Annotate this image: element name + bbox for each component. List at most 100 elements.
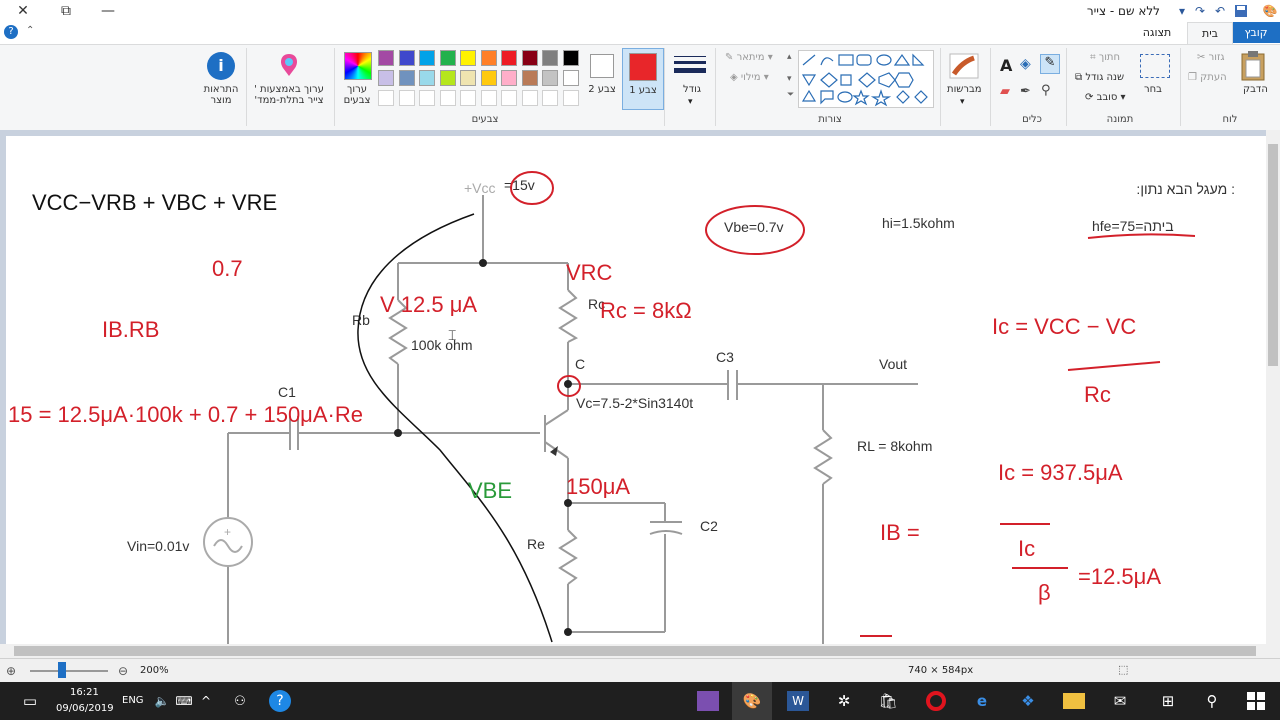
tab-file[interactable]: קובץ xyxy=(1232,22,1280,43)
app-icon-generic[interactable]: ✲ xyxy=(824,682,864,720)
language-indicator[interactable]: ENG xyxy=(122,695,144,706)
fill-tool-icon[interactable]: ◈ xyxy=(1020,56,1031,72)
file-explorer-icon[interactable] xyxy=(1054,682,1094,720)
select-button[interactable]: בחר xyxy=(1144,84,1162,95)
edit-colors-button[interactable]: ערוך צבעים xyxy=(342,84,372,106)
text-tool-icon[interactable]: A xyxy=(1000,56,1012,75)
vertical-scroll-thumb[interactable] xyxy=(1268,144,1278,366)
palette-swatch[interactable] xyxy=(521,70,538,86)
horizontal-scrollbar[interactable] xyxy=(0,644,1266,658)
palette-swatch[interactable] xyxy=(419,90,435,106)
minimize-icon[interactable]: — xyxy=(88,0,128,22)
palette-swatch[interactable] xyxy=(480,50,497,66)
horizontal-scroll-thumb[interactable] xyxy=(14,646,1256,656)
palette-swatch[interactable] xyxy=(398,90,415,106)
palette-swatch[interactable] xyxy=(439,50,456,66)
palette-swatch[interactable] xyxy=(460,50,476,66)
palette-swatch[interactable] xyxy=(398,50,415,66)
palette-swatch[interactable] xyxy=(398,70,415,86)
people-icon[interactable]: ⚇ xyxy=(220,682,260,720)
shapes-scroll-up-icon[interactable]: ▴ xyxy=(787,52,792,62)
restore-icon[interactable]: ⧉ xyxy=(46,0,86,22)
save-icon[interactable] xyxy=(1233,3,1249,19)
windows-start-icon[interactable] xyxy=(1236,682,1276,720)
copy-button[interactable]: העתק ❐ xyxy=(1188,72,1227,83)
edge-app-icon[interactable]: e xyxy=(962,682,1002,720)
vertical-scrollbar[interactable] xyxy=(1266,130,1280,644)
cut-button[interactable]: גזור ✂ xyxy=(1197,52,1225,63)
brush-icon[interactable] xyxy=(948,52,980,83)
edit-with-paint3d-button[interactable]: ערוך באמצעות ' צייר בתלת-ממד' xyxy=(250,84,328,106)
palette-swatch[interactable] xyxy=(378,90,394,106)
pencil-tool-icon[interactable]: ✎ xyxy=(1040,54,1060,74)
eraser-tool-icon[interactable]: ▰ xyxy=(1000,84,1010,99)
palette-swatch[interactable] xyxy=(501,70,517,86)
paste-icon[interactable] xyxy=(1240,50,1268,85)
tab-view[interactable]: תצוגה xyxy=(1130,22,1184,43)
drawing-canvas[interactable]: + :מעגל הבא נתון : Vbe=0.7v hi=1.5kohm h… xyxy=(6,136,1266,644)
zoom-in-icon[interactable]: ⊕ xyxy=(6,664,16,678)
palette-swatch[interactable] xyxy=(480,70,497,86)
crop-button[interactable]: חתוך ⌗ xyxy=(1090,52,1120,63)
notifications-icon[interactable]: ▭ xyxy=(10,682,50,720)
task-view-icon[interactable]: ⊞ xyxy=(1148,682,1188,720)
close-icon[interactable]: ✕ xyxy=(3,0,43,22)
palette-swatch[interactable] xyxy=(562,90,579,106)
opera-app-icon[interactable] xyxy=(916,682,956,720)
quick-access-dropdown-icon[interactable]: ▾ xyxy=(1174,3,1190,19)
help-icon[interactable]: ? xyxy=(4,25,18,39)
palette-swatch[interactable] xyxy=(439,90,456,106)
shapes-scroll-down-icon[interactable]: ▾ xyxy=(787,74,792,84)
shapes-gallery[interactable] xyxy=(798,50,934,108)
palette-swatch[interactable] xyxy=(419,50,435,66)
redo-icon[interactable]: ↷ xyxy=(1192,3,1208,19)
palette-swatch[interactable] xyxy=(439,70,456,86)
palette-swatch[interactable] xyxy=(501,50,517,66)
brushes-button[interactable]: מברשות xyxy=(947,84,982,95)
edit-colors-icon[interactable] xyxy=(344,52,372,80)
help-app-icon[interactable]: ? xyxy=(260,682,300,720)
zoom-slider[interactable] xyxy=(30,670,108,672)
undo-icon[interactable]: ↶ xyxy=(1212,3,1228,19)
size-button[interactable]: גודל xyxy=(683,84,701,95)
palette-swatch[interactable] xyxy=(501,90,517,106)
product-alert-button[interactable]: התראות מוצר xyxy=(200,84,242,106)
palette-swatch[interactable] xyxy=(378,70,394,86)
color1-button[interactable]: צבע 1 xyxy=(622,48,664,110)
mail-app-icon[interactable]: ✉ xyxy=(1100,682,1140,720)
zoom-out-icon[interactable]: ⊖ xyxy=(118,664,128,678)
collapse-ribbon-icon[interactable]: ⌃ xyxy=(26,25,34,36)
palette-swatch[interactable] xyxy=(562,50,579,66)
teams-app-icon[interactable] xyxy=(688,682,728,720)
paint3d-icon[interactable] xyxy=(277,52,301,78)
zoom-slider-thumb[interactable] xyxy=(58,662,66,678)
select-icon[interactable] xyxy=(1140,54,1170,78)
shapes-more-icon[interactable]: ⏷ xyxy=(787,90,794,100)
palette-swatch[interactable] xyxy=(378,50,394,66)
magnifier-icon[interactable]: ⚲ xyxy=(1041,83,1051,98)
palette-swatch[interactable] xyxy=(542,70,558,86)
palette-swatch[interactable] xyxy=(460,70,476,86)
palette-swatch[interactable] xyxy=(521,50,538,66)
color-picker-icon[interactable]: ✒ xyxy=(1020,84,1031,99)
palette-swatch[interactable] xyxy=(521,90,538,106)
palette-swatch[interactable] xyxy=(460,90,476,106)
paste-button[interactable]: הדבק xyxy=(1243,84,1268,95)
palette-swatch[interactable] xyxy=(542,90,558,106)
word-app-icon[interactable]: W xyxy=(778,682,818,720)
search-icon[interactable]: ⚲ xyxy=(1192,682,1232,720)
color2-button[interactable]: צבע 2 xyxy=(588,52,616,108)
info-icon[interactable]: i xyxy=(207,52,235,80)
resize-button[interactable]: שנה גודל ⧉ xyxy=(1075,72,1124,83)
rotate-button[interactable]: ▾ סובב ⟳ xyxy=(1085,92,1126,103)
tab-home[interactable]: בית xyxy=(1187,22,1233,44)
palette-swatch[interactable] xyxy=(542,50,558,66)
fill-dropdown[interactable]: ▾ מילוי ◈ xyxy=(730,72,769,83)
outline-dropdown[interactable]: ▾ מיתאר ✎ xyxy=(725,52,773,63)
dropbox-app-icon[interactable]: ❖ xyxy=(1008,682,1048,720)
size-icon[interactable] xyxy=(674,56,706,73)
palette-swatch[interactable] xyxy=(480,90,497,106)
paint-taskbar-icon[interactable]: 🎨 xyxy=(732,682,772,720)
palette-swatch[interactable] xyxy=(419,70,435,86)
palette-swatch[interactable] xyxy=(562,70,579,86)
